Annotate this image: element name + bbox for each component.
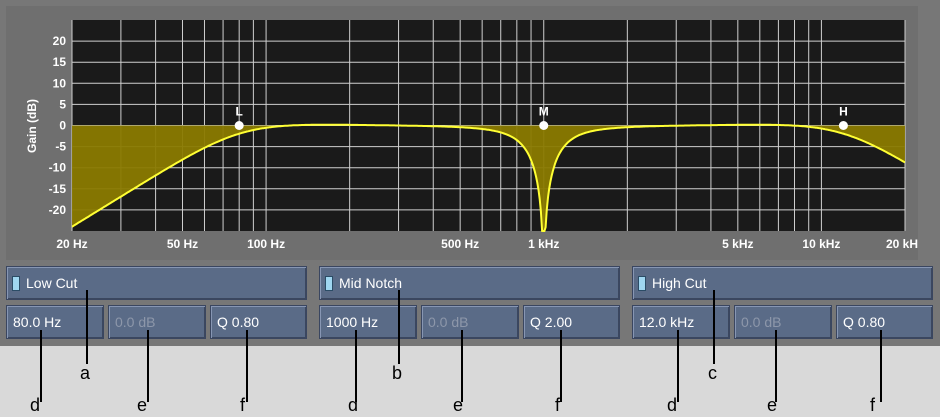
band-node-handle[interactable] (539, 121, 549, 130)
band-name: High Cut (652, 275, 707, 291)
callout-d: d (667, 395, 678, 415)
callout-line (246, 330, 248, 402)
y-tick-label: 0 (59, 119, 66, 133)
high-freq-field[interactable]: 12.0 kHz (632, 305, 730, 339)
low-gain-field[interactable]: 0.0 dB (108, 305, 206, 339)
y-tick-label: -5 (55, 140, 66, 154)
callout-e: e (137, 395, 148, 415)
band-enable-indicator[interactable] (638, 275, 646, 291)
x-tick-label: 5 kHz (722, 237, 753, 251)
band-mid-notch-button[interactable]: Mid Notch (319, 266, 620, 300)
high-q-field[interactable]: Q 0.80 (836, 305, 933, 339)
x-tick-label: 20 Hz (56, 237, 87, 251)
y-tick-label: 5 (59, 97, 66, 111)
y-tick-label: 10 (53, 76, 67, 90)
mid-q-field[interactable]: Q 2.00 (523, 305, 620, 339)
callout-line (775, 330, 777, 402)
callout-line (40, 330, 42, 402)
y-tick-label: 20 (53, 34, 67, 48)
y-tick-label: -10 (49, 161, 67, 175)
band-enable-indicator[interactable] (325, 275, 333, 291)
y-axis-label: Gain (dB) (25, 99, 39, 153)
callout-e: e (767, 395, 778, 415)
x-tick-label: 100 Hz (247, 237, 285, 251)
callout-line (560, 330, 562, 402)
y-tick-label: -20 (49, 203, 67, 217)
band-name: Low Cut (26, 275, 78, 291)
band-enable-indicator[interactable] (12, 275, 20, 291)
callout-line (461, 330, 463, 402)
callout-f: f (240, 395, 246, 415)
x-tick-label: 20 kHz (886, 237, 918, 251)
callout-e: e (453, 395, 464, 415)
callout-line (147, 330, 149, 402)
band-node-handle[interactable] (838, 121, 848, 130)
callout-a: a (80, 363, 91, 383)
callout-f: f (870, 395, 876, 415)
callout-line (880, 330, 882, 402)
band-node-label: H (839, 105, 848, 119)
x-tick-label: 50 Hz (167, 237, 198, 251)
band-node-label: M (539, 105, 549, 119)
band-name: Mid Notch (339, 275, 403, 291)
x-tick-label: 1 kHz (528, 237, 559, 251)
high-gain-field[interactable]: 0.0 dB (734, 305, 832, 339)
x-tick-label: 10 kHz (802, 237, 840, 251)
band-high-cut-button[interactable]: High Cut (632, 266, 933, 300)
callout-line (355, 330, 357, 402)
callout-d: d (348, 395, 359, 415)
band-node-handle[interactable] (234, 121, 244, 130)
callout-d: d (30, 395, 41, 415)
band-node-label: L (236, 105, 243, 119)
callout-line (713, 290, 715, 364)
callout-line (677, 330, 679, 402)
y-tick-label: -15 (49, 182, 67, 196)
mid-freq-field[interactable]: 1000 Hz (319, 305, 417, 339)
low-q-field[interactable]: Q 0.80 (210, 305, 307, 339)
eq-graph[interactable]: 20 15 10 5 0 -5 -10 -15 -20 20 Hz 50 Hz 100 Hz 500 … (6, 6, 918, 260)
callout-b: b (392, 363, 403, 383)
band-low-cut-button[interactable]: Low Cut (6, 266, 307, 300)
callout-f: f (555, 395, 561, 415)
y-tick-label: 15 (53, 55, 67, 69)
callout-line (398, 290, 400, 364)
mid-gain-field[interactable]: 0.0 dB (421, 305, 519, 339)
low-freq-field[interactable]: 80.0 Hz (6, 305, 104, 339)
callout-line (86, 290, 88, 364)
callout-c: c (708, 363, 717, 383)
x-tick-label: 500 Hz (441, 237, 479, 251)
